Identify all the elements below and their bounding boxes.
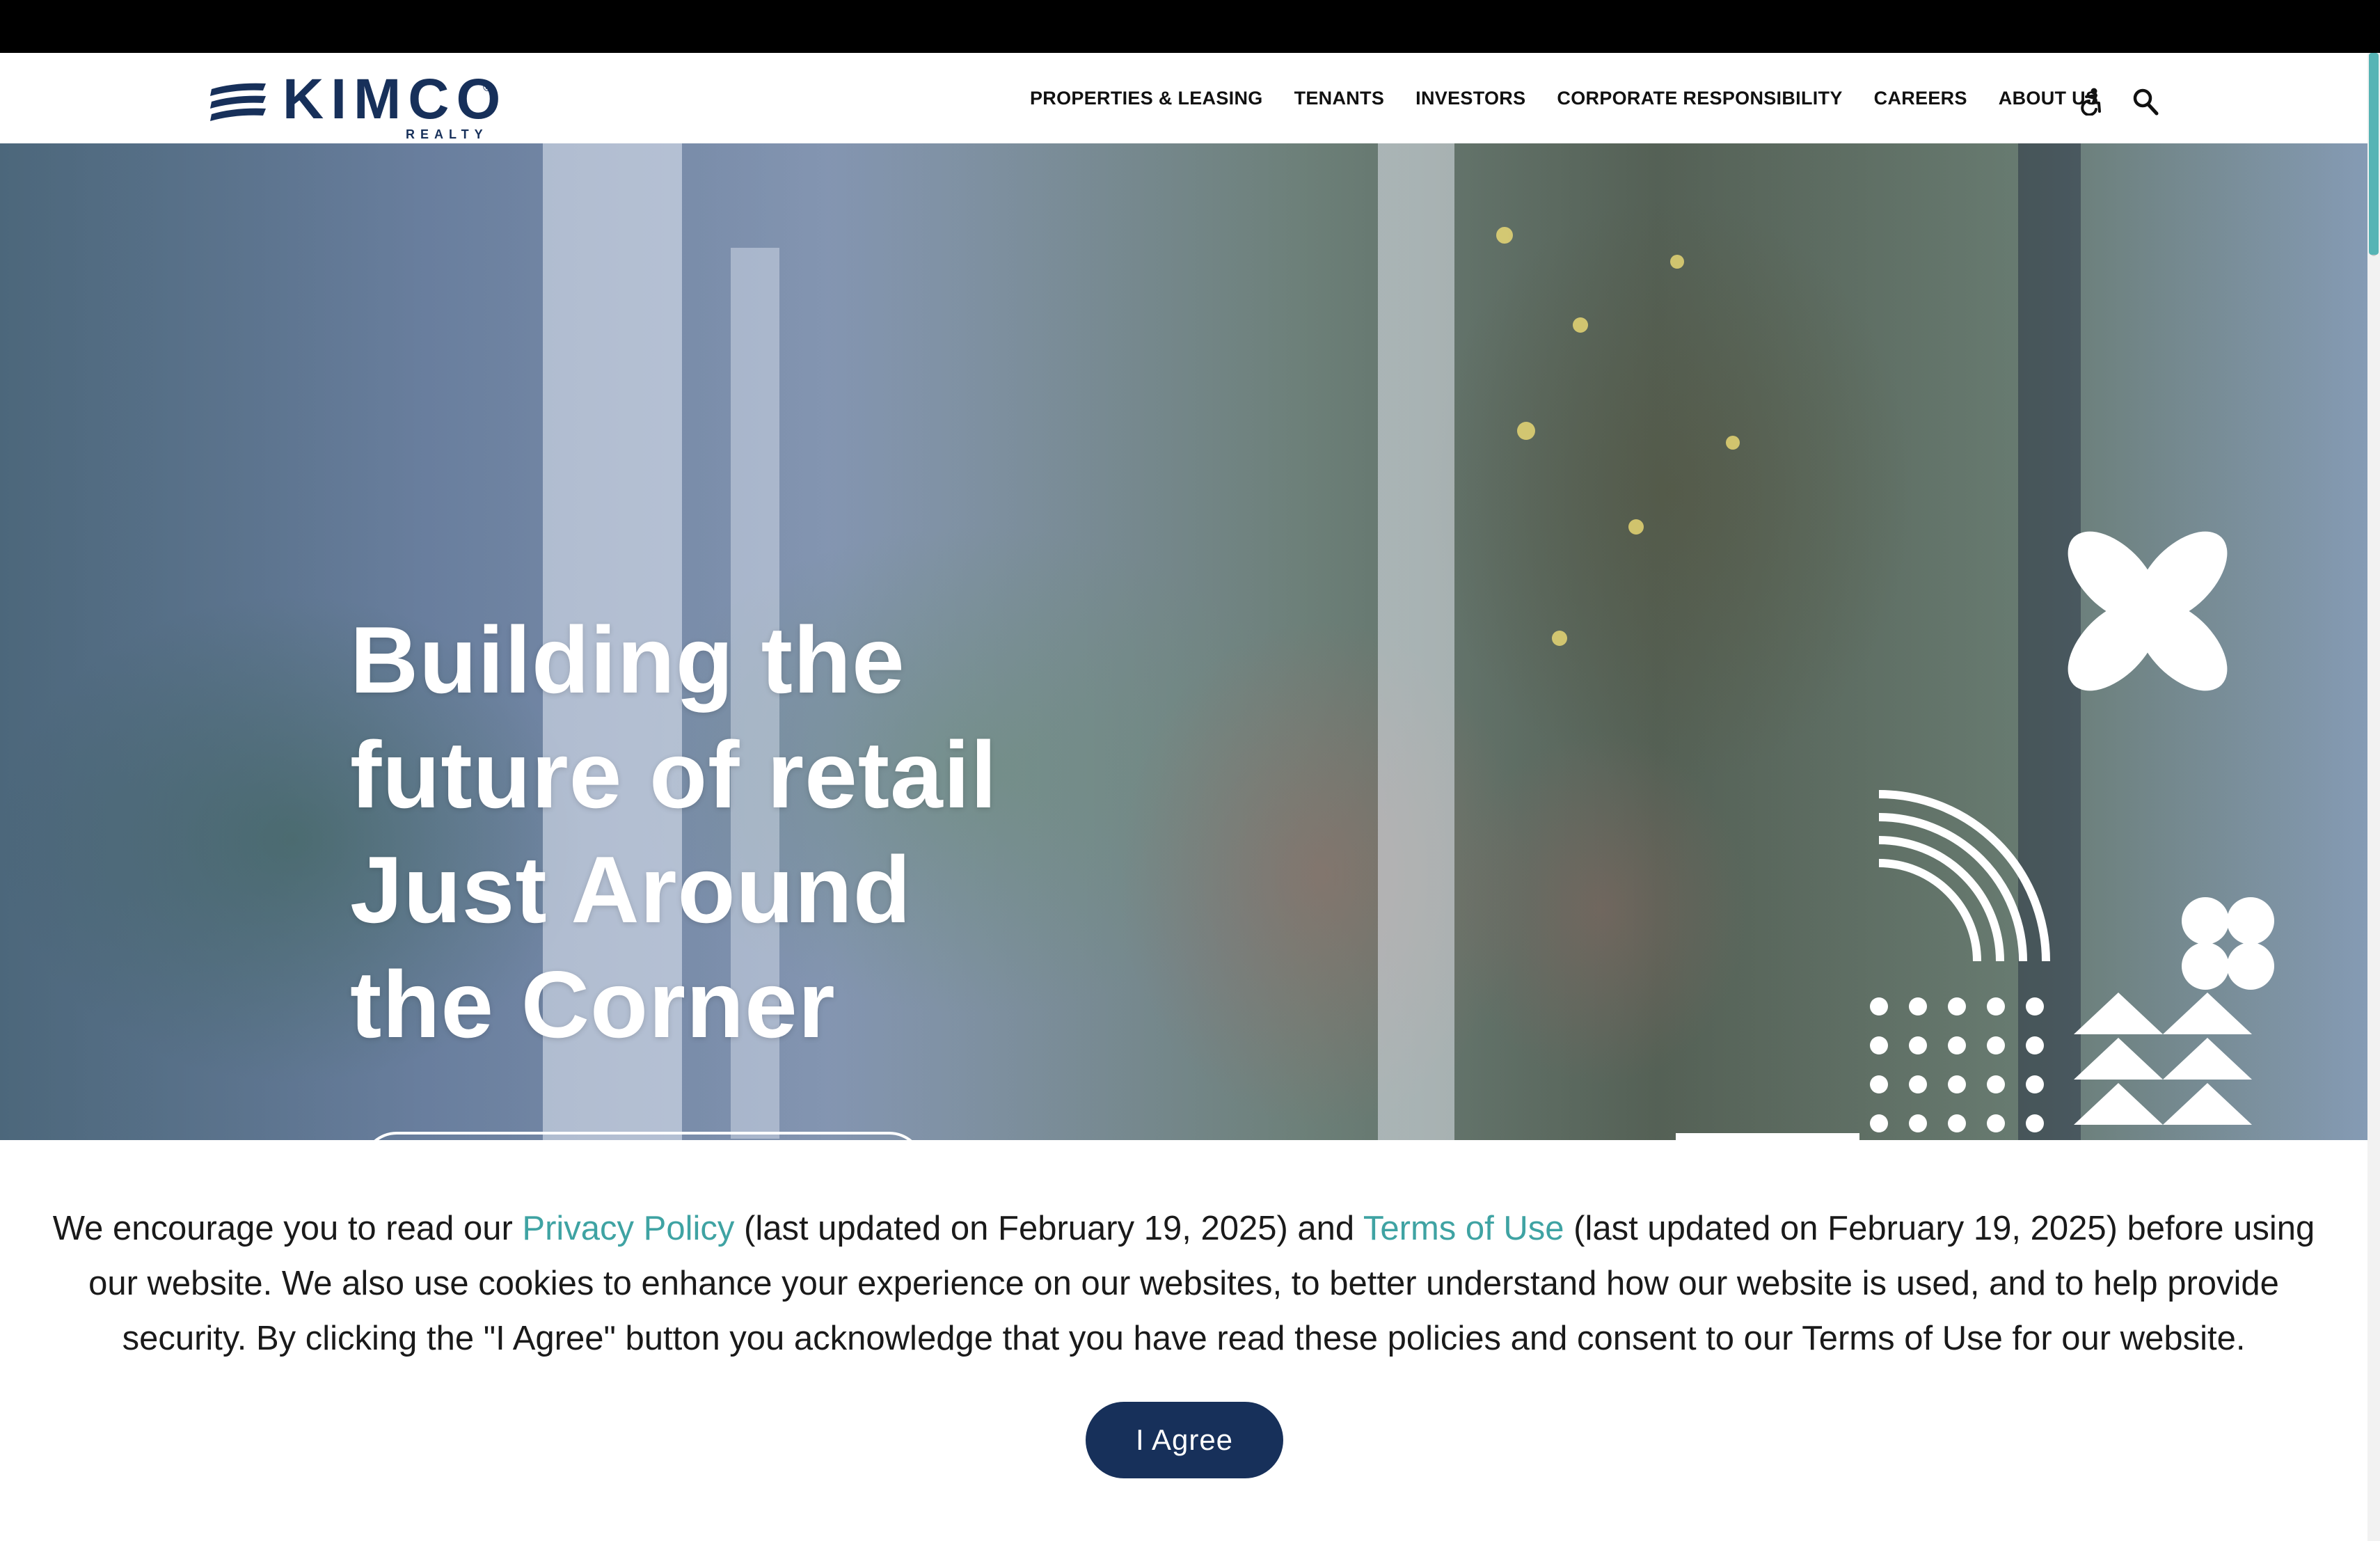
nav-investors[interactable]: INVESTORS <box>1415 88 1525 109</box>
main-nav: PROPERTIES & LEASING TENANTS INVESTORS C… <box>1030 53 2098 143</box>
nav-corporate-responsibility[interactable]: CORPORATE RESPONSIBILITY <box>1557 88 1842 109</box>
bokeh-light <box>1552 631 1567 646</box>
privacy-policy-link[interactable]: Privacy Policy <box>522 1210 734 1247</box>
logo-subtext: REALTY <box>406 127 489 141</box>
cookie-consent-banner: We encourage you to read our Privacy Pol… <box>0 1140 2367 1541</box>
flower-shape-icon <box>2068 531 2228 691</box>
nav-careers[interactable]: CAREERS <box>1874 88 1967 109</box>
dot-grid-icon <box>1870 997 2044 1132</box>
bokeh-light <box>1628 519 1644 535</box>
i-agree-button[interactable]: I Agree <box>1086 1402 1283 1478</box>
bokeh-light <box>1573 317 1588 333</box>
hero-title: Building the future of retail Just Aroun… <box>350 603 1185 1062</box>
search-icon[interactable] <box>2132 88 2159 116</box>
square-frame-icon <box>1676 1133 1859 1140</box>
cookie-text-before: We encourage you to read our <box>52 1210 523 1247</box>
page-scrollbar[interactable] <box>2367 53 2380 1541</box>
hero-cta-button[interactable] <box>362 1132 924 1140</box>
hero-banner: Building the future of retail Just Aroun… <box>0 143 2367 1140</box>
bokeh-light <box>1517 422 1535 440</box>
hero-title-line: future of retail <box>350 722 998 828</box>
hero-title-line: Just Around <box>350 837 912 942</box>
logo-wordmark: KIMCO <box>283 68 508 131</box>
arc-lines-icon <box>1878 790 2050 962</box>
logo-mark-icon <box>210 83 266 121</box>
registered-mark: ® <box>483 80 493 94</box>
kimco-logo[interactable]: KIMCO ® REALTY <box>207 68 500 141</box>
hero-title-line: the Corner <box>350 951 836 1057</box>
quatrefoil-icon <box>2182 897 2274 990</box>
browser-top-bar <box>0 0 2380 53</box>
hero-title-line: Building the <box>350 607 905 713</box>
background-pillar <box>1378 143 1454 1140</box>
bokeh-light <box>1496 227 1513 244</box>
decorative-shapes-graphic <box>1676 531 2274 1140</box>
scroll-progress-indicator <box>2369 53 2379 255</box>
site-header: KIMCO ® REALTY PROPERTIES & LEASING TENA… <box>0 53 2367 144</box>
terms-of-use-link[interactable]: Terms of Use <box>1363 1210 1564 1247</box>
bokeh-light <box>1670 255 1684 269</box>
triangles-icon <box>2074 993 2252 1125</box>
nav-tenants[interactable]: TENANTS <box>1294 88 1385 109</box>
nav-properties-leasing[interactable]: PROPERTIES & LEASING <box>1030 88 1263 109</box>
accessibility-icon[interactable] <box>2079 88 2103 116</box>
cookie-consent-text: We encourage you to read our Privacy Pol… <box>28 1201 2340 1366</box>
cookie-text-middle: (last updated on February 19, 2025) and <box>734 1210 1363 1247</box>
